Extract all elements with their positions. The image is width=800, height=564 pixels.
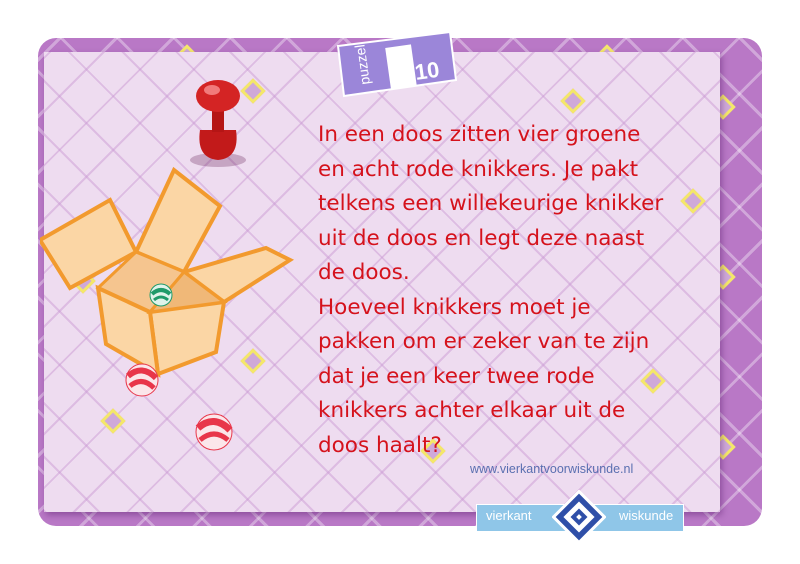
cardboard-box-icon	[40, 166, 295, 378]
website-link[interactable]: www.vierkantvoorwiskunde.nl	[470, 462, 633, 476]
vierkant-voor-wiskunde-logo: vierkant wiskunde	[476, 490, 684, 546]
puzzle-tag-number: 10	[413, 57, 441, 85]
logo-word-right: wiskunde	[619, 508, 674, 523]
puzzle-question: In een doos zitten vier groene en acht r…	[318, 122, 664, 458]
red-marble-icon	[195, 413, 233, 451]
puzzle-number-tag: puzzel 10	[336, 30, 458, 98]
vierkant-logo-icon	[552, 490, 606, 544]
logo-word-left: vierkant	[486, 508, 532, 523]
paper-motif	[560, 88, 586, 114]
red-marble-icon	[125, 363, 159, 397]
paper-motif	[100, 408, 126, 434]
green-marble-icon	[149, 283, 173, 307]
